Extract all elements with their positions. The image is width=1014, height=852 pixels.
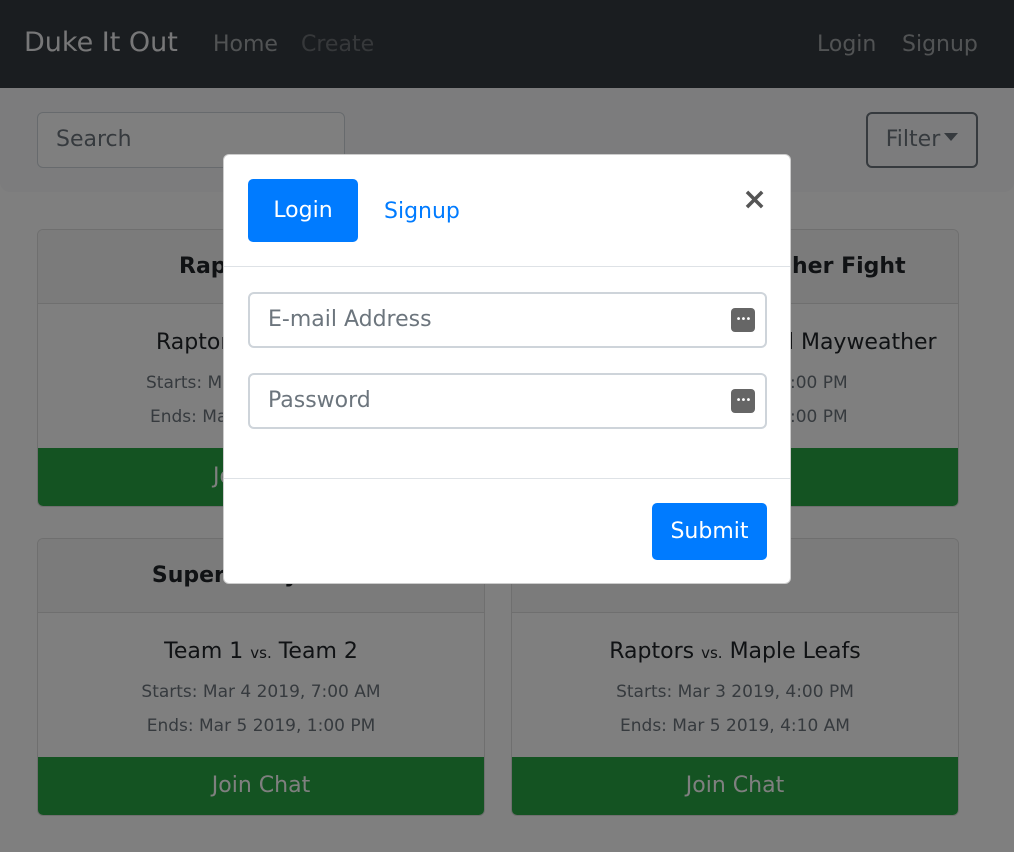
password-manager-icon[interactable]: •••: [731, 308, 755, 332]
email-placeholder: E-mail Address: [268, 307, 432, 332]
close-icon[interactable]: ×: [742, 185, 767, 215]
password-placeholder: Password: [268, 388, 371, 413]
tab-login[interactable]: Login: [248, 179, 358, 242]
tab-signup[interactable]: Signup: [384, 199, 460, 224]
modal-footer: Submit: [224, 478, 790, 584]
password-manager-icon[interactable]: •••: [731, 389, 755, 413]
modal-header: Login Signup ×: [224, 155, 790, 267]
auth-modal: Login Signup × E-mail Address ••• Passwo…: [223, 154, 791, 584]
email-field[interactable]: E-mail Address •••: [248, 292, 767, 348]
password-field[interactable]: Password •••: [248, 373, 767, 429]
submit-button[interactable]: Submit: [652, 503, 767, 560]
